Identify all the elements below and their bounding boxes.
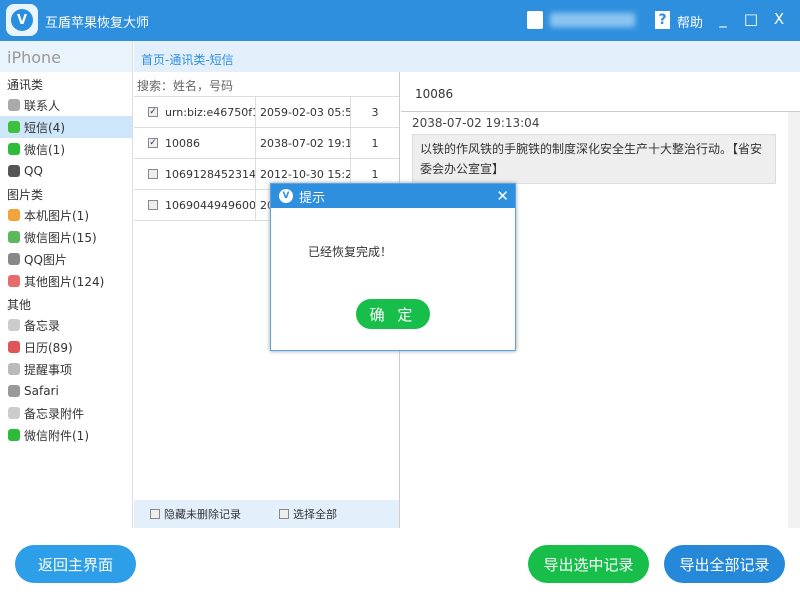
last-time: 2038-07-02 19:13:04 xyxy=(256,128,351,158)
sidebar-item-label: 备忘录附件 xyxy=(24,406,85,421)
sidebar-item[interactable]: 联系人 xyxy=(0,94,132,116)
row-checkbox[interactable]: ✓ xyxy=(148,138,158,148)
export-selected-button[interactable]: 导出选中记录 xyxy=(528,545,649,583)
sidebar-item[interactable]: QQ xyxy=(0,160,132,182)
contacts-icon xyxy=(8,99,20,111)
sidebar-item-label: Safari xyxy=(24,384,59,398)
row-checkbox[interactable]: ✓ xyxy=(148,107,158,117)
contact-name: urn:biz:e46750f1-3f. xyxy=(165,105,255,119)
dialog-title: 提示 xyxy=(299,190,326,206)
username-blurred xyxy=(550,13,635,27)
sidebar-item[interactable]: 日历(89) xyxy=(0,336,132,358)
help-icon[interactable]: ? xyxy=(655,11,670,29)
qq-icon xyxy=(8,165,20,177)
sidebar-item-label: 提醒事项 xyxy=(24,362,73,377)
back-button[interactable]: 返回主界面 xyxy=(15,545,136,583)
help-link[interactable]: 帮助 xyxy=(677,12,703,31)
sidebar-item-label: QQ图片 xyxy=(24,252,67,267)
photos-icon xyxy=(8,231,20,243)
scrollbar[interactable] xyxy=(788,112,800,528)
sidebar-item-label: 联系人 xyxy=(24,98,61,113)
maximize-button[interactable]: □ xyxy=(742,10,760,28)
user-icon[interactable] xyxy=(527,11,543,29)
app-logo: V xyxy=(6,4,38,36)
sidebar-item-label: 备忘录 xyxy=(24,318,61,333)
category-header: 其他 xyxy=(7,298,32,312)
contact-name: 10690449496005 xyxy=(165,198,256,212)
wechat-icon xyxy=(8,429,20,441)
contact-header: 10086 xyxy=(401,72,800,112)
reminders-icon xyxy=(8,363,20,375)
device-name: iPhone xyxy=(0,41,132,72)
dialog-close-button[interactable]: ✕ xyxy=(496,187,509,205)
sidebar-item-label: 本机图片(1) xyxy=(24,208,89,223)
row-checkbox[interactable] xyxy=(148,200,158,210)
safari-icon xyxy=(8,385,20,397)
sidebar-item-label: 短信(4) xyxy=(24,120,65,135)
photos-icon xyxy=(8,209,20,221)
title-bar: V 互盾苹果恢复大师 ? 帮助 _ □ X xyxy=(0,0,800,41)
sidebar-item[interactable]: 备忘录附件 xyxy=(0,402,132,424)
sidebar-item[interactable]: 本机图片(1) xyxy=(0,204,132,226)
sidebar-item-label: 微信图片(15) xyxy=(24,230,97,245)
calendar-icon xyxy=(8,341,20,353)
sidebar-item-label: 日历(89) xyxy=(24,340,73,355)
sidebar-item[interactable]: 提醒事项 xyxy=(0,358,132,380)
sidebar-item[interactable]: 备忘录 xyxy=(0,314,132,336)
app-logo-icon: V xyxy=(279,189,293,203)
ok-button[interactable]: 确 定 xyxy=(356,299,430,329)
sidebar-item-label: 微信(1) xyxy=(24,142,65,157)
notice-dialog: V 提示 ✕ 已经恢复完成！ 确 定 xyxy=(270,183,516,351)
hide-undeleted-checkbox[interactable]: 隐藏未删除记录 xyxy=(150,506,241,522)
sidebar-item-label: 其他图片(124) xyxy=(24,274,105,289)
contact-name: 10086 xyxy=(165,136,200,150)
message-count: 1 xyxy=(371,167,379,181)
message-bubble: 以铁的作风铁的手腕铁的制度深化安全生产十大整治行动。【省安委会办公室宣】 xyxy=(412,134,776,184)
dialog-message: 已经恢复完成！ xyxy=(308,245,393,259)
sidebar-item[interactable]: 微信图片(15) xyxy=(0,226,132,248)
sms-icon xyxy=(8,121,20,133)
sidebar-item[interactable]: 微信附件(1) xyxy=(0,424,132,446)
category-header: 通讯类 xyxy=(7,78,44,92)
notes-icon xyxy=(8,319,20,331)
photos-icon xyxy=(8,275,20,287)
table-row[interactable]: ✓ urn:biz:e46750f1-3f.2059-02-03 05:55:12… xyxy=(134,97,399,128)
wechat-icon xyxy=(8,143,20,155)
select-all-label: 选择全部 xyxy=(293,508,337,521)
message-count: 3 xyxy=(371,105,379,119)
app-title: 互盾苹果恢复大师 xyxy=(45,16,150,31)
last-time: 2059-02-03 05:55:12 xyxy=(256,97,351,127)
search-input[interactable]: 搜索：姓名，号码 xyxy=(134,72,399,97)
minimize-button[interactable]: _ xyxy=(714,10,732,28)
close-button[interactable]: X xyxy=(770,10,788,28)
sidebar-item[interactable]: 短信(4) xyxy=(0,116,132,138)
row-checkbox[interactable] xyxy=(148,169,158,179)
notes-attachment-icon xyxy=(8,407,20,419)
hide-undeleted-label: 隐藏未删除记录 xyxy=(164,508,241,521)
sidebar-item[interactable]: 其他图片(124) xyxy=(0,270,132,292)
table-row[interactable]: ✓ 10086 2038-07-02 19:13:04 1 xyxy=(134,128,399,159)
sidebar-item[interactable]: 微信(1) xyxy=(0,138,132,160)
message-time: 2038-07-02 19:13:04 xyxy=(412,116,540,130)
sidebar-item-label: 微信附件(1) xyxy=(24,428,89,443)
message-count: 1 xyxy=(371,136,379,150)
sidebar: iPhone 通讯类联系人短信(4) 微信(1) QQ 图片类本机图片(1) 微信图片(… xyxy=(0,41,133,528)
sidebar-item[interactable]: QQ图片 xyxy=(0,248,132,270)
sidebar-item-label: QQ xyxy=(24,164,43,178)
category-header: 图片类 xyxy=(7,188,44,202)
select-all-checkbox[interactable]: 选择全部 xyxy=(279,506,337,522)
sidebar-item[interactable]: Safari xyxy=(0,380,132,402)
photos-icon xyxy=(8,253,20,265)
export-all-button[interactable]: 导出全部记录 xyxy=(664,545,785,583)
breadcrumb: 首页-通讯类-短信 xyxy=(134,41,800,72)
contact-name: 1069128452314016. xyxy=(165,167,256,181)
